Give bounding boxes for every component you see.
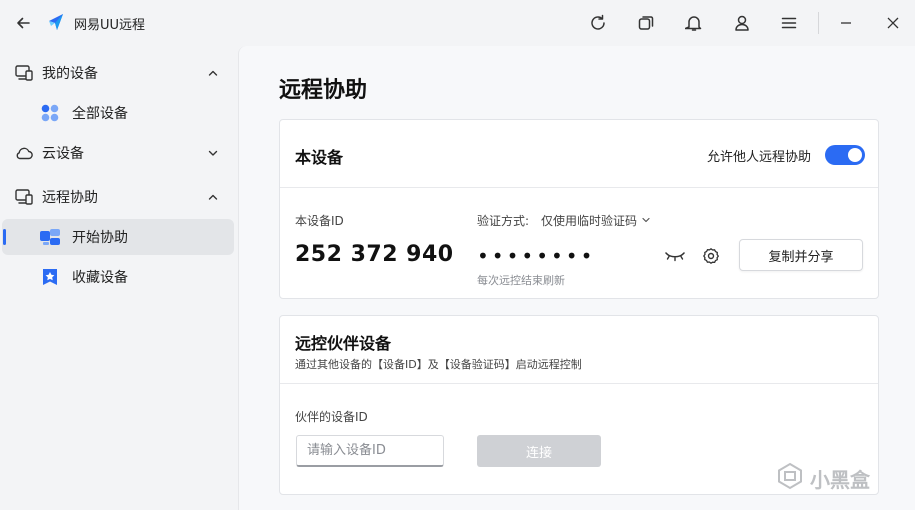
sidebar-group-my-devices[interactable]: 我的设备 <box>0 55 238 91</box>
back-arrow-icon[interactable] <box>13 13 33 33</box>
favorite-star-icon <box>39 266 61 288</box>
chevron-down-icon <box>641 214 651 228</box>
chevron-up-icon <box>206 190 220 204</box>
sidebar-item-label: 全部设备 <box>72 106 128 122</box>
copy-and-share-button[interactable]: 复制并分享 <box>739 239 863 271</box>
card-divider <box>280 187 878 188</box>
devices-icon <box>14 63 34 83</box>
remote-assist-icon <box>14 187 34 207</box>
user-icon[interactable] <box>730 11 754 35</box>
show-code-eye-icon[interactable] <box>663 244 687 268</box>
this-device-card: 本设备 允许他人远程协助 本设备ID 252 372 940 验证方式: 仅使用… <box>279 119 879 299</box>
refresh-hint: 每次远控结束刷新 <box>477 274 565 287</box>
sidebar-group-remote-assist[interactable]: 远程协助 <box>0 179 238 215</box>
window-switch-icon[interactable] <box>634 11 658 35</box>
sidebar-item-start-assist[interactable]: 开始协助 <box>2 219 234 255</box>
cloud-icon <box>14 143 34 163</box>
sidebar-group-label: 我的设备 <box>42 66 98 82</box>
allow-assist-label: 允许他人远程协助 <box>706 150 811 165</box>
card-divider <box>280 383 878 384</box>
sidebar-item-all-devices[interactable]: 全部设备 <box>2 95 234 131</box>
active-indicator <box>3 229 6 245</box>
chevron-down-icon <box>206 146 220 160</box>
watermark-text: 小黑盒 <box>810 467 870 492</box>
this-device-title: 本设备 <box>295 148 344 167</box>
chevron-up-icon <box>206 66 220 80</box>
sidebar-item-label: 开始协助 <box>72 230 128 246</box>
settings-gear-icon[interactable] <box>699 244 723 268</box>
toggle-knob <box>848 148 862 162</box>
sidebar-item-label: 收藏设备 <box>72 270 128 286</box>
title-bar: 网易UU远程 <box>0 0 915 46</box>
close-icon[interactable] <box>881 11 905 35</box>
all-devices-icon <box>39 102 61 124</box>
allow-assist-toggle[interactable] <box>825 145 865 165</box>
partner-device-title: 远控伙伴设备 <box>295 334 392 353</box>
titlebar-divider <box>818 12 819 34</box>
device-id-label: 本设备ID <box>295 214 344 228</box>
device-id-value: 252 372 940 <box>295 242 454 267</box>
refresh-icon[interactable] <box>586 11 610 35</box>
sidebar-group-label: 云设备 <box>42 146 84 162</box>
app-logo-icon <box>46 12 66 32</box>
verify-method-dropdown[interactable]: 仅使用临时验证码 <box>541 212 651 229</box>
partner-id-input[interactable] <box>296 435 444 467</box>
watermark: 小黑盒 <box>776 462 870 494</box>
verification-code-masked: •••••••• <box>477 244 596 268</box>
sidebar-group-label: 远程协助 <box>42 190 98 206</box>
partner-device-subtitle: 通过其他设备的【设备ID】及【设备验证码】启动远程控制 <box>295 358 582 371</box>
minimize-icon[interactable] <box>834 11 858 35</box>
bell-icon[interactable] <box>682 11 706 35</box>
connect-button[interactable]: 连接 <box>477 435 601 467</box>
partner-id-label: 伙伴的设备ID <box>295 410 368 424</box>
watermark-logo-icon <box>776 462 804 494</box>
start-assist-icon <box>39 226 61 248</box>
app-title: 网易UU远程 <box>74 18 146 33</box>
page-title: 远程协助 <box>279 78 368 103</box>
sidebar-item-favorite-devices[interactable]: 收藏设备 <box>2 259 234 295</box>
menu-icon[interactable] <box>777 11 801 35</box>
verify-method-value: 仅使用临时验证码 <box>541 214 638 228</box>
verify-method-label: 验证方式: <box>477 214 530 228</box>
sidebar-group-cloud-devices[interactable]: 云设备 <box>0 135 238 171</box>
main-content: 远程协助 本设备 允许他人远程协助 本设备ID 252 372 940 验证方式… <box>238 46 915 510</box>
sidebar: 我的设备 全部设备 云设备 远程协助 开始协助 收藏设备 <box>0 46 238 510</box>
